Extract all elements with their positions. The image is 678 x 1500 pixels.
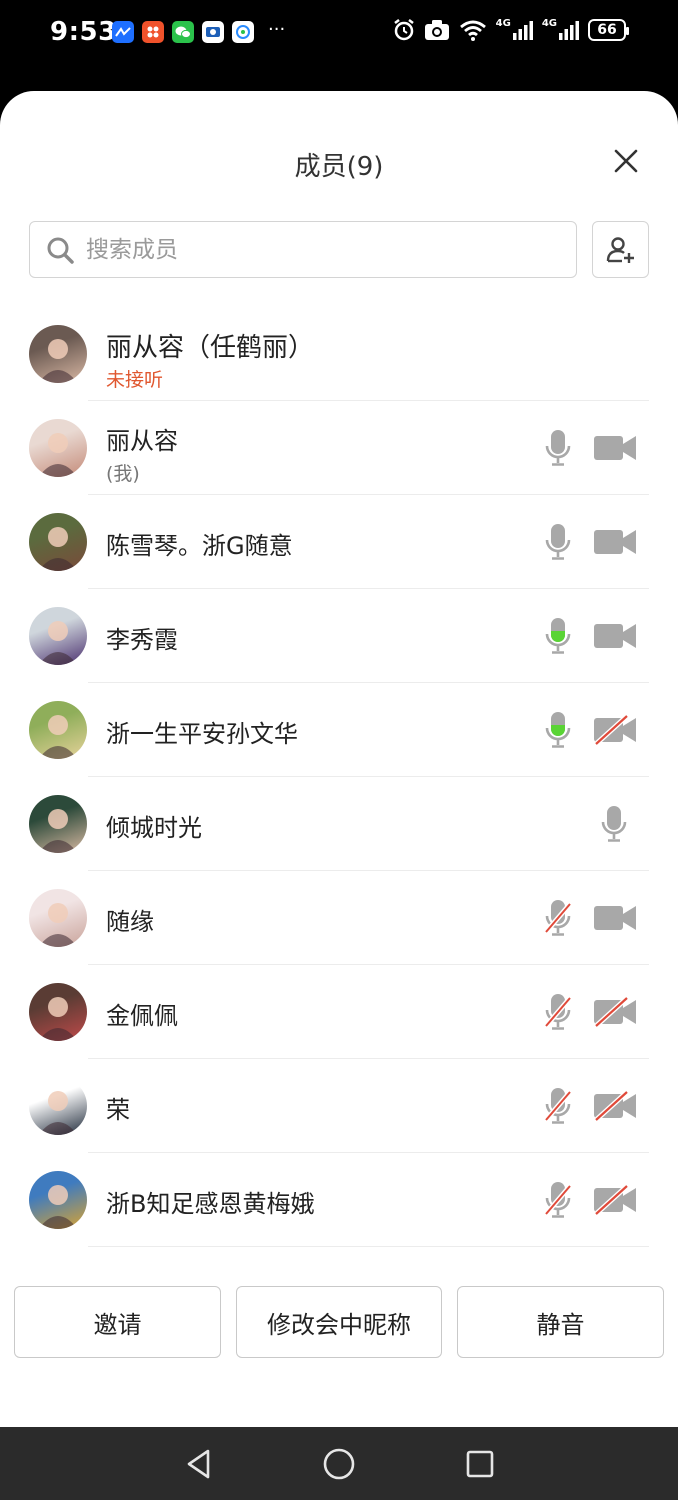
page-title: 成员(9) [294, 152, 384, 182]
cellular-signal-icon: 4G [496, 18, 534, 41]
wifi-icon [458, 18, 488, 42]
microphone-icon[interactable] [538, 428, 578, 468]
member-row[interactable]: 浙一生平安孙文华 [0, 683, 678, 777]
member-name: 荣 [106, 1096, 130, 1124]
member-name: 倾城时光 [106, 814, 202, 842]
members-panel: 成员(9) 丽从容（任鹤丽） 未接听丽从容 (我) 陈雪琴。浙G随意李秀霞浙一生平安孙… [0, 91, 678, 1427]
lark-app-icon [112, 21, 134, 43]
camera-app-icon [202, 21, 224, 43]
member-row[interactable]: 陈雪琴。浙G随意 [0, 495, 678, 589]
mic-muted-icon[interactable] [538, 898, 578, 938]
member-row[interactable]: 倾城时光 [0, 777, 678, 871]
video-camera-icon[interactable] [592, 428, 638, 468]
member-list: 丽从容（任鹤丽） 未接听丽从容 (我) 陈雪琴。浙G随意 李秀霞浙一生平安孙文华 倾城时光… [0, 307, 678, 1247]
nav-home-button[interactable] [320, 1445, 358, 1483]
notification-icons: ··· [112, 18, 286, 43]
microphone-icon[interactable] [538, 710, 578, 750]
camera-off-icon[interactable] [592, 1180, 638, 1220]
add-member-button[interactable] [592, 221, 649, 278]
system-icons: 4G 4G 66 [392, 18, 629, 42]
member-name: 丽从容 [106, 427, 178, 455]
rename-nickname-button[interactable]: 修改会中昵称 [236, 1286, 442, 1358]
grid-app-icon [142, 21, 164, 43]
close-icon [614, 149, 638, 173]
avatar [29, 325, 87, 383]
avatar [29, 419, 87, 477]
member-name: 丽从容（任鹤丽） [106, 333, 315, 363]
member-name: 李秀霞 [106, 626, 178, 654]
camera-off-icon[interactable] [592, 1086, 638, 1126]
wechat-icon [172, 21, 194, 43]
camera-icon [424, 19, 450, 41]
mic-muted-icon[interactable] [538, 1180, 578, 1220]
clock: 9:53 [50, 17, 117, 47]
member-name: 浙B知足感恩黄梅娥 [106, 1190, 315, 1218]
mic-muted-icon[interactable] [538, 992, 578, 1032]
member-name: 金佩佩 [106, 1002, 178, 1030]
home-circle-icon [323, 1448, 355, 1480]
row-divider [88, 1246, 649, 1247]
invite-button[interactable]: 邀请 [14, 1286, 221, 1358]
back-triangle-icon [187, 1449, 210, 1479]
search-input[interactable] [84, 235, 528, 264]
nav-recents-button[interactable] [461, 1445, 499, 1483]
mute-button[interactable]: 静音 [457, 1286, 664, 1358]
member-row[interactable]: 丽从容（任鹤丽） 未接听 [0, 307, 678, 401]
member-row[interactable]: 荣 [0, 1059, 678, 1153]
add-user-icon [606, 236, 634, 263]
avatar [29, 607, 87, 665]
camera-off-icon[interactable] [592, 992, 638, 1032]
alarm-icon [392, 18, 416, 42]
avatar [29, 1077, 87, 1135]
video-camera-icon[interactable] [592, 522, 638, 562]
avatar [29, 889, 87, 947]
member-row[interactable]: 李秀霞 [0, 589, 678, 683]
microphone-icon[interactable] [538, 522, 578, 562]
battery-level: 66 [597, 22, 617, 38]
member-name: 浙一生平安孙文华 [106, 720, 298, 748]
member-name: 陈雪琴。浙G随意 [106, 532, 293, 560]
call-status-label: 未接听 [106, 369, 164, 391]
avatar [29, 513, 87, 571]
avatar [29, 701, 87, 759]
microphone-icon[interactable] [538, 616, 578, 656]
search-icon [47, 237, 74, 264]
member-row[interactable]: 浙B知足感恩黄梅娥 [0, 1153, 678, 1247]
mic-muted-icon[interactable] [538, 1086, 578, 1126]
system-nav-bar [0, 1427, 678, 1500]
more-notifications-icon: ··· [268, 18, 286, 40]
nav-back-button[interactable] [180, 1445, 218, 1483]
member-row[interactable]: 随缘 [0, 871, 678, 965]
video-camera-icon[interactable] [592, 898, 638, 938]
self-label: (我) [106, 463, 140, 485]
avatar [29, 1171, 87, 1229]
cellular-signal-icon-2: 4G [542, 18, 580, 41]
avatar [29, 983, 87, 1041]
battery-icon: 66 [588, 19, 629, 41]
microphone-icon[interactable] [594, 804, 634, 844]
camera-off-icon[interactable] [592, 710, 638, 750]
close-button[interactable] [606, 141, 646, 181]
member-row[interactable]: 金佩佩 [0, 965, 678, 1059]
status-bar: 9:53 ··· 4G 4G 66 [0, 0, 678, 66]
message-app-icon [232, 21, 254, 43]
member-name: 随缘 [106, 908, 154, 936]
recents-square-icon [466, 1450, 494, 1478]
video-camera-icon[interactable] [592, 616, 638, 656]
avatar [29, 795, 87, 853]
member-row[interactable]: 丽从容 (我) [0, 401, 678, 495]
search-box[interactable] [29, 221, 577, 278]
